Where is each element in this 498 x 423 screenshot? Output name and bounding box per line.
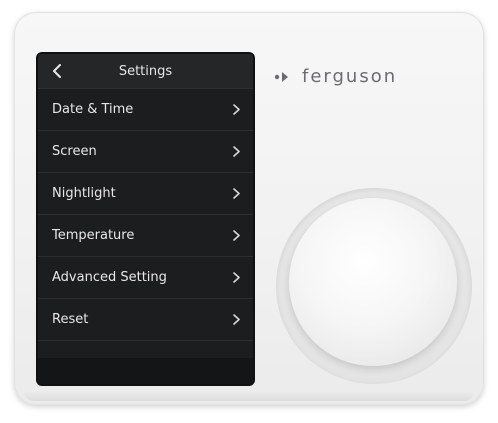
menu-item-reset[interactable]: Reset xyxy=(38,299,253,341)
brand-logo: ferguson xyxy=(274,66,397,87)
screen-header: Settings xyxy=(38,54,253,89)
chevron-right-icon xyxy=(231,104,241,116)
menu-item-advanced-setting[interactable]: Advanced Setting xyxy=(38,257,253,299)
menu-item-date-time[interactable]: Date & Time xyxy=(38,89,253,131)
chevron-right-icon xyxy=(231,314,241,326)
motion-sensor-dome xyxy=(289,198,457,366)
chevron-right-icon xyxy=(231,188,241,200)
menu-item-label: Temperature xyxy=(52,228,135,243)
menu-item-label: Reset xyxy=(52,312,89,327)
thermostat-device: Settings Date & Time Screen Nightlight T… xyxy=(14,12,484,405)
menu-item-label: Date & Time xyxy=(52,102,134,117)
chevron-right-icon xyxy=(231,272,241,284)
brand-name: ferguson xyxy=(302,66,398,87)
screen-title: Settings xyxy=(118,63,173,79)
chevron-right-icon xyxy=(231,230,241,242)
menu-item-nightlight[interactable]: Nightlight xyxy=(38,173,253,215)
chevron-left-icon[interactable] xyxy=(48,62,66,80)
menu-item-label: Advanced Setting xyxy=(52,270,167,285)
menu-item-label: Nightlight xyxy=(52,186,116,201)
settings-screen: Settings Date & Time Screen Nightlight T… xyxy=(38,54,253,384)
settings-menu: Date & Time Screen Nightlight Temperatur… xyxy=(38,89,253,341)
menu-item-screen[interactable]: Screen xyxy=(38,131,253,173)
brand-mark-icon xyxy=(274,71,288,82)
screen-footer xyxy=(38,358,253,384)
menu-item-temperature[interactable]: Temperature xyxy=(38,215,253,257)
chevron-right-icon xyxy=(231,146,241,158)
product-photo: Settings Date & Time Screen Nightlight T… xyxy=(0,0,498,423)
menu-item-label: Screen xyxy=(52,144,97,159)
